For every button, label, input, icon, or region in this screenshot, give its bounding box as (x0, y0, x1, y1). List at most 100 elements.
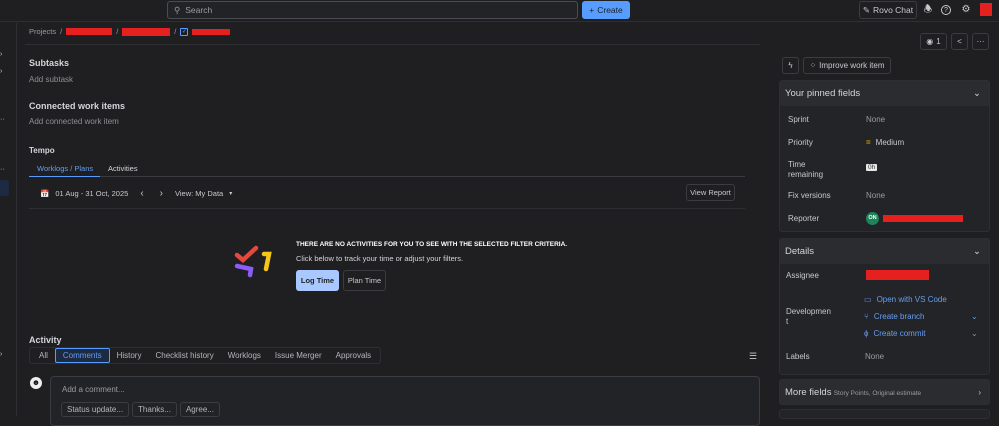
breadcrumb-projects[interactable]: Projects (29, 27, 56, 36)
priority-value[interactable]: = Medium (866, 138, 904, 147)
create-button[interactable]: + Create (582, 1, 630, 19)
share-button[interactable]: < (951, 33, 968, 50)
user-avatar-small: ☻ (30, 377, 42, 389)
chevron-down-icon[interactable]: ⌄ (973, 88, 981, 99)
pinned-fields-header[interactable]: Your pinned fields ⌄ (780, 81, 989, 106)
next-panel (779, 409, 990, 419)
more-actions-button[interactable]: ··· (972, 33, 989, 50)
watchers-count: 1 (936, 37, 941, 46)
tab-worklogs-plans[interactable]: Worklogs / Plans (29, 164, 100, 177)
open-vscode-link[interactable]: ▭ Open with VS Code (864, 295, 947, 304)
more-fields-title: More fields (785, 386, 832, 398)
breadcrumb-parent-redacted[interactable] (122, 27, 171, 36)
improve-work-item-button[interactable]: ⁘ Improve work item (803, 57, 891, 74)
sidebar-active-item[interactable] (0, 180, 9, 196)
activity-tabs: All Comments History Checklist history W… (29, 347, 382, 364)
commit-label: Create commit (873, 329, 926, 338)
tab-issue-merger[interactable]: Issue Merger (268, 349, 329, 362)
assignee-redacted[interactable] (866, 270, 929, 280)
labels-label: Labels (786, 352, 810, 361)
sparkle-icon: ⁘ (809, 61, 817, 70)
search-input[interactable]: ⚲ Search (167, 1, 578, 19)
rovo-chat-button[interactable]: ✎ Rovo Chat (859, 1, 917, 19)
empty-state-subtitle: Click below to track your time or adjust… (296, 254, 464, 263)
divider (25, 44, 760, 45)
sprint-value[interactable]: None (866, 115, 885, 124)
priority-text: Medium (875, 138, 905, 147)
reporter-name-redacted[interactable] (883, 215, 963, 222)
more-fields-panel[interactable]: More fields Story Points, Original estim… (779, 379, 990, 405)
add-subtask-link[interactable]: Add subtask (29, 75, 73, 84)
breadcrumb-project-redacted[interactable] (66, 28, 113, 35)
chevron-right-icon[interactable]: › (0, 51, 2, 58)
chevron-right-icon[interactable]: › (0, 351, 2, 358)
pinned-fields-panel: Your pinned fields ⌄ Sprint None Priority… (779, 80, 990, 232)
tab-worklogs[interactable]: Worklogs (221, 349, 268, 362)
gear-icon[interactable]: ⚙ (960, 4, 972, 16)
quick-reply-agree[interactable]: Agree... (179, 402, 220, 417)
tempo-logo-icon (234, 245, 272, 278)
details-header[interactable]: Details ⌄ (780, 239, 989, 264)
log-time-button[interactable]: Log Time (296, 270, 339, 291)
tab-activities[interactable]: Activities (108, 164, 138, 173)
sort-icon[interactable]: ☰ (749, 351, 757, 362)
reporter-avatar: ON (866, 212, 879, 225)
user-avatar[interactable] (980, 3, 992, 16)
tab-approvals[interactable]: Approvals (329, 349, 379, 362)
prev-arrow-icon[interactable]: ‹ (140, 188, 143, 199)
chevron-down-icon[interactable]: ⌄ (971, 312, 978, 321)
time-remaining-label: Time remaining (788, 160, 824, 179)
tab-all[interactable]: All (32, 349, 55, 362)
view-report-button[interactable]: View Report (686, 184, 735, 201)
details-panel: Details ⌄ Assignee Development ▭ Open with… (779, 238, 990, 375)
fix-versions-value[interactable]: None (866, 191, 885, 200)
plan-time-button[interactable]: Plan Time (343, 270, 386, 291)
bell-icon[interactable]: 🕭 (922, 4, 934, 16)
add-connected-item-link[interactable]: Add connected work item (29, 117, 119, 126)
activity-heading: Activity (29, 335, 62, 345)
reporter-label: Reporter (788, 214, 820, 223)
date-range[interactable]: 01 Aug - 31 Oct, 2025 (55, 189, 128, 198)
tab-history[interactable]: History (110, 349, 149, 362)
help-icon[interactable]: ? (941, 5, 951, 15)
chevron-down-icon[interactable]: ⌄ (973, 246, 981, 257)
create-branch-link[interactable]: ⑂ Create branch (864, 312, 925, 321)
quick-reply-status-update[interactable]: Status update... (61, 402, 130, 417)
create-commit-link[interactable]: ϕ Create commit (864, 329, 926, 338)
view-select[interactable]: View: My Data (175, 189, 223, 198)
improve-label: Improve work item (819, 61, 885, 70)
branch-icon: ⑂ (864, 312, 869, 321)
chevron-down-icon[interactable]: ⌄ (971, 329, 978, 338)
chevron-right-icon[interactable]: › (0, 68, 2, 75)
more-icon[interactable]: ·· (0, 116, 5, 123)
assignee-label: Assignee (786, 271, 819, 280)
task-checkbox-icon: ✓ (180, 27, 189, 36)
comment-box[interactable]: Add a comment... Status update... Thanks… (50, 376, 760, 426)
breadcrumb: Projects / / / ✓ (29, 27, 231, 36)
labels-value[interactable]: None (865, 352, 884, 361)
lightning-icon: ϟ (788, 61, 793, 70)
chevron-right-icon[interactable]: › (978, 388, 981, 397)
more-icon[interactable]: ·· (0, 166, 5, 173)
quick-reply-thanks[interactable]: Thanks... (132, 402, 177, 417)
breadcrumb-separator: / (116, 27, 119, 36)
comment-input[interactable]: Add a comment... (62, 385, 125, 394)
priority-label: Priority (788, 138, 813, 147)
tab-comments[interactable]: Comments (54, 348, 110, 363)
watchers-button[interactable]: ◉ 1 (920, 33, 947, 50)
development-label: Development (786, 307, 831, 326)
sprint-label: Sprint (788, 115, 809, 124)
automation-button[interactable]: ϟ (782, 57, 799, 74)
details-title: Details (785, 246, 815, 257)
empty-state-title: THERE ARE NO ACTIVITIES FOR YOU TO SEE W… (296, 241, 568, 248)
tempo-heading: Tempo (29, 146, 55, 155)
tempo-tab-divider (29, 176, 745, 177)
subtasks-heading: Subtasks (29, 58, 70, 68)
caret-down-icon[interactable]: ▾ (229, 190, 232, 197)
eye-icon: ◉ (926, 37, 934, 46)
next-arrow-icon[interactable]: › (160, 188, 163, 199)
time-remaining-value[interactable]: 0h (866, 164, 878, 171)
tab-checklist-history[interactable]: Checklist history (148, 349, 220, 362)
breadcrumb-separator: / (60, 27, 63, 36)
breadcrumb-issue-redacted[interactable] (192, 28, 231, 35)
